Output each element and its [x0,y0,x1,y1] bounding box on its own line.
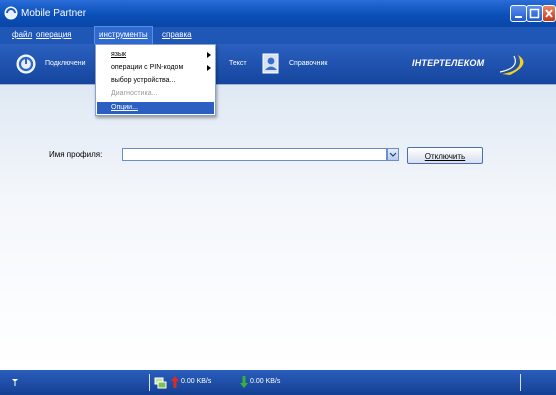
status-separator [520,374,521,391]
menu-item-language[interactable]: язык [97,49,214,61]
upload-speed: 0.00 KB/s [181,378,212,385]
menu-item-options[interactable]: Опции... [97,102,214,114]
download-arrow-icon [240,376,248,388]
status-bar: 0.00 KB/s 0.00 KB/s [0,370,556,395]
menu-item-options-label: Опции... [111,104,138,111]
close-icon [545,9,553,18]
brand-text: ІНТЕРТЕЛЕКОМ [412,58,485,68]
minimize-button[interactable] [510,5,527,22]
menu-item-pin-operations-label: операции с PIN-кодом [111,64,184,71]
menu-operation[interactable]: операция [36,30,72,39]
chevron-down-icon [389,152,397,157]
menu-file[interactable]: файл [12,30,32,39]
status-separator [149,374,150,391]
mobile-partner-app-icon [4,6,18,20]
minimize-icon [515,16,522,18]
main-content [0,84,556,370]
network-icon [154,377,167,389]
menu-item-diagnostics: Диагностика... [97,88,214,100]
close-button[interactable] [542,5,556,22]
window-title: Mobile Partner [21,8,87,19]
menu-item-diagnostics-label: Диагностика... [111,90,158,97]
text-label: Текст [229,60,247,67]
menu-help[interactable]: справка [162,30,192,39]
maximize-icon [529,8,540,19]
connect-label: Подключени [45,60,86,67]
brand-logo: ІНТЕРТЕЛЕКОМ [408,52,528,76]
maximize-button[interactable] [526,5,543,22]
profile-dropdown-button[interactable] [387,148,399,161]
title-bar: Mobile Partner [0,0,556,27]
toolbar: Подключени Текст Справочник ІНТЕРТЕЛЕКОМ [0,44,556,84]
submenu-arrow-icon [207,65,211,71]
connect-icon [16,54,36,74]
download-speed: 0.00 KB/s [250,378,281,385]
menu-item-select-device-label: выбор устройства... [111,77,176,84]
upload-arrow-icon [171,376,179,388]
connect-button[interactable]: Подключени [16,52,96,76]
menu-item-pin-operations[interactable]: операции с PIN-кодом [97,62,214,74]
phonebook-button[interactable]: Справочник [262,52,342,76]
menu-tools[interactable]: инструменты [94,26,153,45]
disconnect-button[interactable]: Отключить [407,147,483,164]
phonebook-label: Справочник [289,60,328,67]
phonebook-icon [262,53,279,74]
tools-dropdown-menu: язык операции с PIN-кодом выбор устройст… [95,44,216,116]
text-button[interactable]: Текст [229,52,259,76]
menu-item-select-device[interactable]: выбор устройства... [97,75,214,87]
submenu-arrow-icon [207,52,211,58]
profile-name-input[interactable] [122,148,387,161]
signal-strength-icon [12,379,18,386]
menu-item-language-label: язык [111,51,127,58]
menu-bar: файл операция инструменты справка [0,26,556,45]
profile-name-label: Имя профиля: [49,150,103,159]
